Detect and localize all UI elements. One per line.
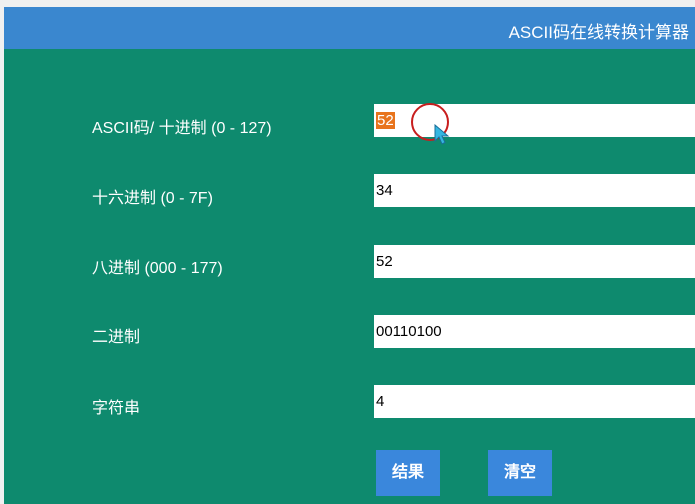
octal-label: 八进制 (000 - 177) <box>92 260 223 277</box>
ascii-decimal-label: ASCII码/ 十进制 (0 - 127) <box>92 120 272 137</box>
binary-input[interactable]: 00110100 <box>374 315 695 348</box>
string-input[interactable]: 4 <box>374 385 695 418</box>
octal-input[interactable]: 52 <box>374 245 695 278</box>
binary-label: 二进制 <box>92 329 141 346</box>
result-button[interactable]: 结果 <box>376 450 440 496</box>
clear-button[interactable]: 清空 <box>488 450 552 496</box>
hexadecimal-input[interactable]: 34 <box>374 174 695 207</box>
hexadecimal-label: 十六进制 (0 - 7F) <box>92 190 213 207</box>
selected-text: 52 <box>376 112 395 129</box>
ascii-decimal-input[interactable]: 52 <box>374 104 695 137</box>
title-bar: ASCII码在线转换计算器 <box>4 7 695 49</box>
string-label: 字符串 <box>92 400 141 417</box>
page-title: ASCII码在线转换计算器 <box>508 23 689 42</box>
converter-panel: ASCII码在线转换计算器 ASCII码/ 十进制 (0 - 127) 52 十… <box>4 7 695 504</box>
